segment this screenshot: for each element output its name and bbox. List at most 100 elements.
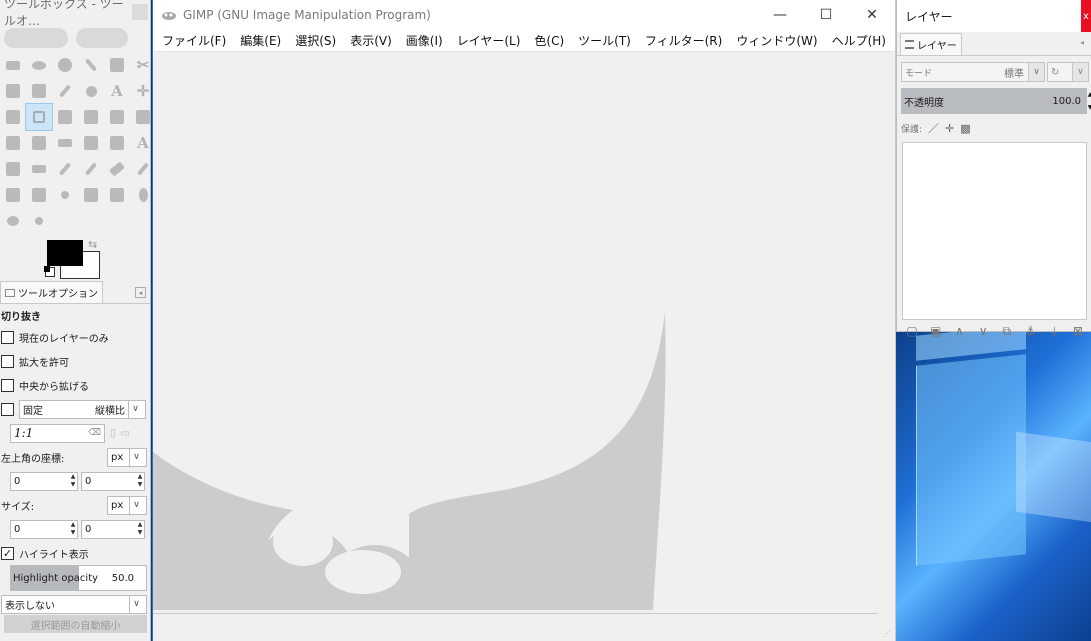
anchor-layer-icon[interactable]: ⚓ <box>1024 324 1038 339</box>
menu-edit[interactable]: 編集(E) <box>233 32 288 49</box>
toolbox-minimize-button[interactable] <box>131 4 148 20</box>
bucket-tool[interactable] <box>104 130 130 156</box>
minimize-button[interactable]: — <box>757 7 803 23</box>
tab-tool-options[interactable]: ツールオプション <box>0 281 103 303</box>
new-layer-icon[interactable]: ▢ <box>905 324 919 339</box>
blend-tool[interactable] <box>26 156 52 182</box>
unified-transform-tool[interactable] <box>52 104 78 130</box>
portrait-icon[interactable]: ▯ <box>110 428 116 439</box>
size-w-input[interactable]: 0 ▲ ▼ <box>10 519 78 539</box>
color-picker-tool[interactable] <box>52 78 78 104</box>
foreground-color[interactable] <box>47 240 83 266</box>
swap-colors-icon[interactable]: ⇆ <box>88 238 97 251</box>
highlight-opacity-slider[interactable]: Highlight opacity 50.0 <box>10 565 147 591</box>
pencil-tool[interactable] <box>52 156 78 182</box>
allow-growing-row[interactable]: 拡大を許可 <box>0 349 150 373</box>
guides-dropdown[interactable]: 表示しない ∨ <box>1 594 147 614</box>
perspective-clone-tool[interactable] <box>104 182 130 208</box>
maximize-button[interactable]: ☐ <box>803 7 849 23</box>
menu-help[interactable]: ヘルプ(H) <box>825 32 893 49</box>
opacity-slider[interactable]: 不透明度 100.0 ▲ ▼ <box>901 88 1091 114</box>
rect-select-tool[interactable] <box>0 52 26 78</box>
layers-titlebar[interactable]: レイヤー x <box>897 0 1091 32</box>
mypaint-brush-tool[interactable] <box>26 182 52 208</box>
layer-list[interactable] <box>902 142 1087 320</box>
expand-from-center-checkbox[interactable] <box>1 378 14 392</box>
crop-tool[interactable] <box>25 103 53 131</box>
by-color-select-tool[interactable] <box>104 52 130 78</box>
close-button[interactable]: ✕ <box>849 7 895 23</box>
current-layer-only-row[interactable]: 現在のレイヤーのみ <box>0 325 150 349</box>
position-y-input[interactable]: 0 ▲ ▼ <box>81 471 145 491</box>
position-x-input[interactable]: 0 ▲ ▼ <box>10 471 78 491</box>
lock-pixels-icon[interactable]: ／ <box>928 120 939 136</box>
allow-growing-checkbox[interactable] <box>1 354 14 368</box>
spin-arrows-icon[interactable]: ▲ ▼ <box>136 521 144 538</box>
dodge-burn-tool[interactable] <box>26 208 52 234</box>
highlight-row[interactable]: ✓ ハイライト表示 <box>0 541 150 565</box>
lower-layer-icon[interactable]: ∨ <box>976 324 990 339</box>
scale-tool[interactable] <box>104 104 130 130</box>
default-colors-icon[interactable] <box>44 266 55 277</box>
spin-arrows-icon[interactable]: ▲ ▼ <box>69 521 77 538</box>
spin-arrows-icon[interactable]: ▲ ▼ <box>69 473 77 490</box>
menu-layer[interactable]: レイヤー(L) <box>450 32 528 49</box>
menu-tools[interactable]: ツール(T) <box>571 32 638 49</box>
rotate-tool[interactable] <box>78 104 104 130</box>
menu-windows[interactable]: ウィンドウ(W) <box>729 32 824 49</box>
heal-tool[interactable] <box>78 182 104 208</box>
menu-filters[interactable]: フィルター(R) <box>638 32 729 49</box>
free-select-tool[interactable] <box>52 52 78 78</box>
tab-menu-icon[interactable]: ◂ <box>1080 38 1089 49</box>
menu-file[interactable]: ファイル(F) <box>155 32 233 49</box>
size-h-input[interactable]: 0 ▲ ▼ <box>81 519 145 539</box>
empty-canvas-area[interactable] <box>153 52 895 610</box>
spin-arrows-icon[interactable]: ▲ ▼ <box>136 473 144 490</box>
tab-layers[interactable]: レイヤー <box>900 33 962 55</box>
mode-dropdown[interactable]: モード 標準 ∨ <box>901 62 1045 82</box>
clear-icon[interactable]: ⌫ <box>88 428 101 438</box>
position-unit-dropdown[interactable]: px ∨ <box>107 447 147 467</box>
composite-mode-dropdown[interactable]: ↻ ∨ <box>1047 62 1089 82</box>
menu-view[interactable]: 表示(V) <box>343 32 399 49</box>
tab-menu-icon[interactable]: ◂ <box>135 287 146 298</box>
fill-tool[interactable] <box>0 156 26 182</box>
paintbrush-tool[interactable] <box>78 156 104 182</box>
zoom-tool[interactable] <box>78 78 104 104</box>
smudge-tool[interactable] <box>0 208 26 234</box>
auto-shrink-button[interactable]: 選択範囲の自動縮小 <box>4 615 147 633</box>
current-layer-only-checkbox[interactable] <box>1 330 14 344</box>
clone-tool[interactable] <box>52 182 78 208</box>
fuzzy-select-tool[interactable] <box>78 52 104 78</box>
expand-from-center-row[interactable]: 中央から拡げる <box>0 373 150 397</box>
lock-alpha-icon[interactable]: ▩ <box>960 122 970 135</box>
raise-layer-icon[interactable]: ∧ <box>952 324 966 339</box>
foreground-select-tool[interactable] <box>0 78 26 104</box>
menu-image[interactable]: 画像(I) <box>399 32 450 49</box>
warp-transform-tool[interactable] <box>0 130 26 156</box>
cage-transform-tool[interactable] <box>78 130 104 156</box>
align-tool[interactable] <box>0 104 26 130</box>
lock-position-icon[interactable]: ✛ <box>945 122 954 135</box>
layers-close-button[interactable]: x <box>1081 0 1091 32</box>
merge-layer-icon[interactable]: ⤓ <box>1047 324 1061 339</box>
perspective-tool[interactable] <box>26 130 52 156</box>
paths-tool[interactable] <box>26 78 52 104</box>
duplicate-layer-icon[interactable]: ⧉ <box>1000 324 1014 339</box>
landscape-icon[interactable]: ▭ <box>121 428 130 439</box>
flip-tool[interactable] <box>52 130 78 156</box>
spin-arrows-icon[interactable]: ▲ ▼ <box>1087 88 1091 114</box>
toolbox-titlebar[interactable]: ツールボックス - ツールオ… <box>0 0 150 28</box>
menu-colors[interactable]: 色(C) <box>527 32 571 49</box>
ink-tool[interactable] <box>0 182 26 208</box>
new-layer-group-icon[interactable]: ▣ <box>929 324 943 339</box>
measure-tool[interactable]: A <box>104 78 130 104</box>
highlight-checkbox[interactable]: ✓ <box>1 546 14 560</box>
size-unit-dropdown[interactable]: px ∨ <box>107 495 147 515</box>
menu-select[interactable]: 選択(S) <box>288 32 343 49</box>
delete-layer-icon[interactable]: ⊠ <box>1071 324 1085 339</box>
main-titlebar[interactable]: GIMP (GNU Image Manipulation Program) — … <box>153 0 895 30</box>
resize-grip-icon[interactable]: ⋰ <box>883 629 893 639</box>
ratio-input[interactable]: 1:1 ⌫ <box>10 423 105 443</box>
fixed-dropdown[interactable]: 固定 縦横比 ∨ <box>19 399 146 419</box>
